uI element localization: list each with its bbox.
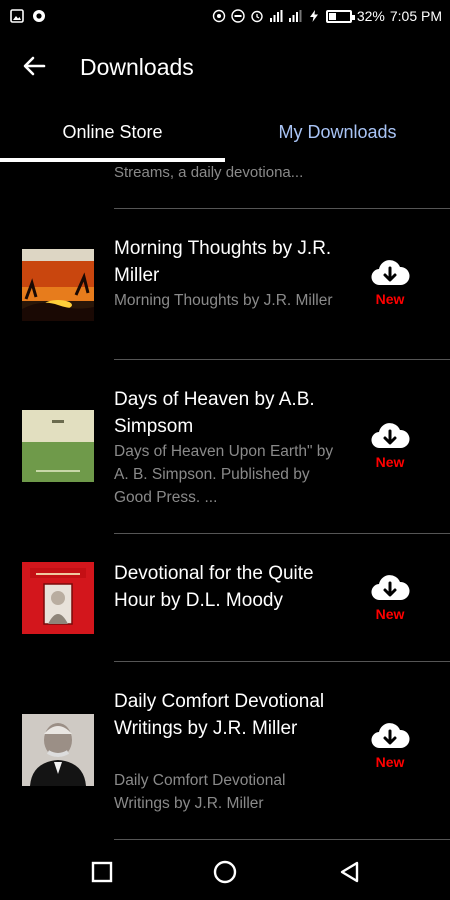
tab-bar: Online Store My Downloads [0,100,450,164]
cloud-download-icon [371,423,410,449]
alarm-icon [251,10,263,23]
tab-online-store[interactable]: Online Store [0,100,225,164]
new-badge: New [375,291,405,307]
cloud-download-icon [371,260,410,286]
partial-item-subtitle: Streams, a daily devotiona... [114,164,304,181]
item-subtitle: Daily Comfort Devotional Writings by J.R… [114,772,286,812]
new-badge: New [375,454,405,470]
back-nav-icon[interactable] [336,858,364,886]
book-cover-days-of-heaven [22,410,94,482]
tab-indicator [0,158,225,162]
download-button[interactable]: New [366,420,414,470]
download-button[interactable]: New [366,572,414,622]
item-title: Morning Thoughts by J.R. Miller [114,238,332,286]
page-title: Downloads [80,54,194,80]
list-item[interactable]: Days of Heaven by A.B. Simpsom Days of H… [0,360,450,533]
recents-icon[interactable] [88,858,116,886]
item-title: Days of Heaven by A.B. Simpsom [114,389,315,437]
charging-icon [309,10,318,22]
home-icon[interactable] [211,858,239,886]
battery-percent: 32% [356,8,385,24]
item-title: Devotional for the Quite Hour by D.L. Mo… [114,563,314,611]
cloud-download-icon [371,575,410,601]
new-badge: New [375,606,405,622]
book-cover-devotional-quiet-hour [22,562,94,634]
hotspot-icon [212,9,226,23]
book-cover-morning-thoughts [22,249,94,321]
battery-fill [328,12,336,20]
signal-icon-1 [269,10,283,22]
tab-my-downloads[interactable]: My Downloads [225,100,450,164]
download-button[interactable]: New [366,257,414,307]
clock: 7:05 PM [389,8,442,24]
download-button[interactable]: New [366,720,414,770]
signal-icon-2 [288,10,302,22]
list-item[interactable]: Devotional for the Quite Hour by D.L. Mo… [0,534,450,661]
arrow-back-icon[interactable] [20,52,48,80]
image-icon [10,9,24,23]
status-bar: 32% 7:05 PM [0,0,450,34]
list-item[interactable]: Morning Thoughts by J.R. Miller Morning … [0,209,450,359]
battery-icon [325,9,355,23]
system-nav-bar [0,844,450,900]
app-bar: Downloads [0,34,450,100]
item-title: Daily Comfort Devotional Writings by J.R… [114,691,325,739]
cloud-download-icon [371,723,410,749]
book-list[interactable]: Streams, a daily devotiona... Morning Th… [0,164,450,844]
divider [114,839,450,840]
item-subtitle: Days of Heaven Upon Earth" by A. B. Simp… [114,443,334,506]
item-subtitle: Morning Thoughts by J.R. Miller [114,292,333,309]
notification-icon [33,10,45,22]
book-cover-daily-comfort [22,714,94,786]
new-badge: New [375,754,405,770]
dnd-icon [231,9,245,23]
list-item[interactable]: Daily Comfort Devotional Writings by J.R… [0,662,450,840]
